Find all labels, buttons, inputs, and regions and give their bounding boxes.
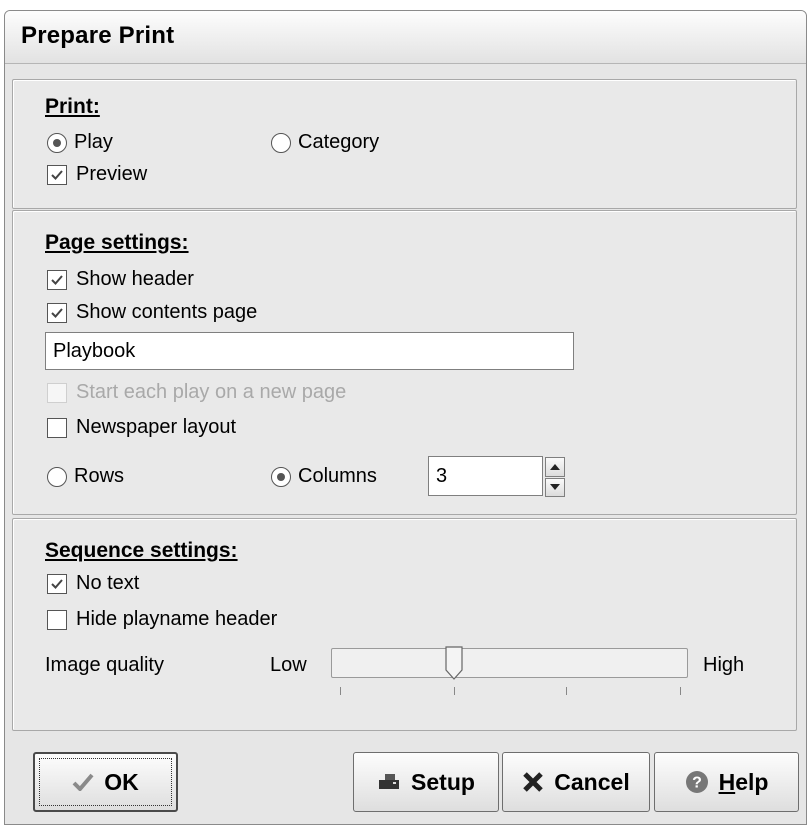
title-bar: Prepare Print [5,11,806,64]
show-header-label: Show header [76,268,194,290]
slider-tick [454,687,455,695]
cancel-button[interactable]: Cancel [502,752,650,812]
print-group [12,79,797,209]
contents-title-value: Playbook [53,339,136,362]
checkmark-icon [51,578,63,589]
checkmark-icon [51,307,63,318]
show-contents-checkbox[interactable]: Show contents page [47,301,257,324]
rows-label: Rows [74,465,125,487]
cancel-label: Cancel [554,768,630,795]
columns-radio-indicator[interactable] [271,466,291,487]
high-label: High [703,654,745,676]
spin-up-button[interactable] [545,457,565,477]
printer-icon [377,773,401,791]
count-value: 3 [436,464,448,487]
help-label: Help [718,768,769,795]
columns-radio[interactable]: Columns [271,465,377,488]
spin-down-button[interactable] [545,477,565,497]
show-contents-label: Show contents page [76,301,258,323]
no-text-check-box[interactable] [47,573,67,594]
setup-button[interactable]: Setup [353,752,499,812]
checkmark-icon [51,169,63,180]
check-icon [72,773,94,791]
no-text-label: No text [76,572,140,594]
setup-label: Setup [411,768,475,795]
svg-text:?: ? [692,775,702,792]
ok-label: OK [104,768,139,795]
show-header-checkbox[interactable]: Show header [47,268,194,291]
slider-tick [566,687,567,695]
slider-tick [680,687,681,695]
ok-button[interactable]: OK [33,752,178,812]
x-icon [522,771,544,793]
print-heading: Print: [45,95,100,118]
preview-checkbox[interactable]: Preview [47,163,147,186]
hide-playname-check-box[interactable] [47,609,67,630]
show-contents-check-box[interactable] [47,302,67,323]
show-header-check-box[interactable] [47,269,67,290]
count-input[interactable]: 3 [428,456,543,496]
rows-radio[interactable]: Rows [47,465,124,488]
window-title: Prepare Print [21,22,175,49]
play-radio-indicator[interactable] [47,132,67,153]
start-each-play-check-box [47,382,67,403]
category-label: Category [298,131,380,153]
image-quality-slider[interactable] [331,648,688,678]
start-each-play-checkbox: Start each play on a new page [47,381,346,404]
no-text-checkbox[interactable]: No text [47,572,139,595]
count-spinner[interactable] [545,457,565,497]
preview-check-box[interactable] [47,164,67,185]
start-each-play-label: Start each play on a new page [76,381,347,403]
question-icon: ? [685,770,709,794]
play-radio[interactable]: Play [47,131,113,154]
hide-playname-checkbox[interactable]: Hide playname header [47,608,277,631]
newspaper-layout-checkbox[interactable]: Newspaper layout [47,416,236,439]
image-quality-label: Image quality [45,654,164,676]
down-arrow-icon [550,484,560,491]
up-arrow-icon [550,463,560,470]
newspaper-layout-check-box[interactable] [47,417,67,438]
help-button[interactable]: ? Help [654,752,799,812]
page-settings-heading: Page settings: [45,231,189,254]
contents-title-input[interactable]: Playbook [45,332,574,370]
category-radio[interactable]: Category [271,131,379,154]
hide-playname-label: Hide playname header [76,608,278,630]
low-label: Low [270,654,307,676]
slider-thumb[interactable] [445,646,463,680]
slider-tick [340,687,341,695]
columns-label: Columns [298,465,377,487]
rows-radio-indicator[interactable] [47,466,67,487]
preview-label: Preview [76,163,148,185]
newspaper-layout-label: Newspaper layout [76,416,237,438]
play-label: Play [74,131,113,153]
category-radio-indicator[interactable] [271,132,291,153]
checkmark-icon [51,274,63,285]
sequence-settings-heading: Sequence settings: [45,539,238,562]
